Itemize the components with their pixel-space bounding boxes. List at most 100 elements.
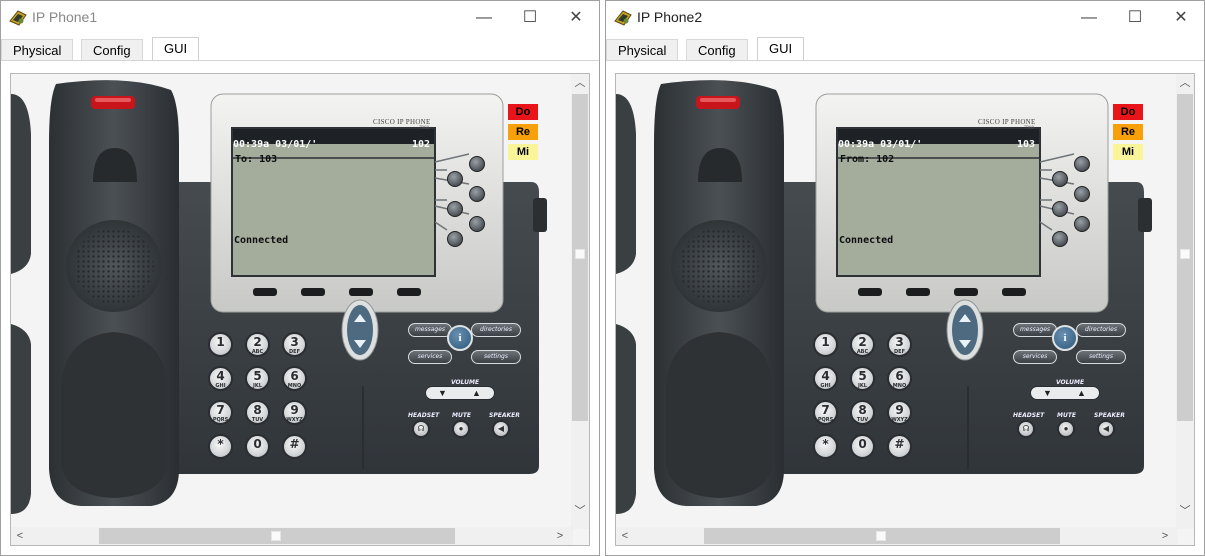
directories-button[interactable]: directories bbox=[1076, 323, 1126, 337]
speed-dial-mi[interactable]: Mi bbox=[1113, 144, 1143, 160]
nav-up-button[interactable] bbox=[348, 304, 372, 328]
speed-dial-do[interactable]: Do bbox=[1113, 104, 1143, 120]
nav-down-button[interactable] bbox=[348, 332, 372, 356]
line-button-1[interactable] bbox=[469, 156, 485, 172]
key-5[interactable]: 5 JKL bbox=[245, 366, 270, 391]
nav-up-button[interactable] bbox=[953, 304, 977, 328]
key-pound[interactable]: # bbox=[887, 434, 912, 459]
key-6[interactable]: 6 MNO bbox=[282, 366, 307, 391]
nav-down-button[interactable] bbox=[953, 332, 977, 356]
softkey-1[interactable] bbox=[253, 288, 277, 296]
softkey-1[interactable] bbox=[858, 288, 882, 296]
line-button-5[interactable] bbox=[469, 216, 485, 232]
volume-label: VOLUME bbox=[1056, 379, 1085, 386]
minimize-button[interactable]: — bbox=[1066, 5, 1112, 31]
tab-config[interactable]: Config bbox=[81, 39, 143, 61]
settings-button[interactable]: settings bbox=[471, 350, 521, 364]
key-2[interactable]: 2 ABC bbox=[850, 332, 875, 357]
key-digit: 5 bbox=[253, 369, 262, 383]
maximize-button[interactable]: ☐ bbox=[1112, 5, 1158, 31]
softkey-2[interactable] bbox=[906, 288, 930, 296]
speed-dial-re[interactable]: Re bbox=[1113, 124, 1143, 140]
softkey-3[interactable] bbox=[349, 288, 373, 296]
line-button-1[interactable] bbox=[1074, 156, 1090, 172]
tab-physical[interactable]: Physical bbox=[606, 39, 679, 61]
maximize-button[interactable]: ☐ bbox=[507, 5, 553, 31]
scroll-up-arrow-icon[interactable]: ︿ bbox=[571, 74, 589, 92]
volume-rocker[interactable]: ▼ ▲ bbox=[1030, 386, 1100, 400]
scroll-down-arrow-icon[interactable]: ﹀ bbox=[571, 502, 589, 520]
line-button-6[interactable] bbox=[447, 231, 463, 247]
key-7[interactable]: 7 PQRS bbox=[813, 400, 838, 425]
close-button[interactable]: ✕ bbox=[553, 5, 599, 31]
key-3[interactable]: 3 DEF bbox=[887, 332, 912, 357]
speaker-button[interactable]: ◀ bbox=[492, 420, 510, 438]
key-3[interactable]: 3 DEF bbox=[282, 332, 307, 357]
volume-rocker[interactable]: ▼ ▲ bbox=[425, 386, 495, 400]
line-button-3[interactable] bbox=[469, 186, 485, 202]
tab-gui[interactable]: GUI bbox=[152, 37, 200, 61]
close-button[interactable]: ✕ bbox=[1158, 5, 1204, 31]
key-9[interactable]: 9 WXYZ bbox=[282, 400, 307, 425]
scroll-down-arrow-icon[interactable]: ﹀ bbox=[1176, 502, 1194, 520]
directories-button[interactable]: directories bbox=[471, 323, 521, 337]
services-button[interactable]: services bbox=[1013, 350, 1057, 364]
line-button-3[interactable] bbox=[1074, 186, 1090, 202]
tab-config[interactable]: Config bbox=[686, 39, 748, 61]
horizontal-scrollbar[interactable]: < > bbox=[11, 527, 573, 545]
line-button-5[interactable] bbox=[1074, 216, 1090, 232]
key-star[interactable]: * bbox=[813, 434, 838, 459]
settings-button[interactable]: settings bbox=[1076, 350, 1126, 364]
key-1[interactable]: 1 bbox=[208, 332, 233, 357]
line-button-6[interactable] bbox=[1052, 231, 1068, 247]
minimize-button[interactable]: — bbox=[461, 5, 507, 31]
key-pound[interactable]: # bbox=[282, 434, 307, 459]
key-6[interactable]: 6 MNO bbox=[887, 366, 912, 391]
speed-dial-mi[interactable]: Mi bbox=[508, 144, 538, 160]
tab-gui[interactable]: GUI bbox=[757, 37, 805, 61]
key-4[interactable]: 4 GHI bbox=[208, 366, 233, 391]
services-button[interactable]: services bbox=[408, 350, 452, 364]
mute-button[interactable]: ● bbox=[1057, 420, 1075, 438]
softkey-4[interactable] bbox=[397, 288, 421, 296]
speed-dial-do[interactable]: Do bbox=[508, 104, 538, 120]
vertical-scrollbar[interactable]: ︿ ﹀ bbox=[571, 74, 589, 529]
key-7[interactable]: 7 PQRS bbox=[208, 400, 233, 425]
softkey-3[interactable] bbox=[954, 288, 978, 296]
softkey-4[interactable] bbox=[1002, 288, 1026, 296]
headset-button[interactable]: ☊ bbox=[412, 420, 430, 438]
line-button-4[interactable] bbox=[447, 201, 463, 217]
key-star[interactable]: * bbox=[208, 434, 233, 459]
key-8[interactable]: 8 TUV bbox=[245, 400, 270, 425]
scroll-left-arrow-icon[interactable]: < bbox=[616, 527, 634, 545]
key-8[interactable]: 8 TUV bbox=[850, 400, 875, 425]
scroll-right-arrow-icon[interactable]: > bbox=[1156, 527, 1174, 545]
key-2[interactable]: 2 ABC bbox=[245, 332, 270, 357]
scroll-up-arrow-icon[interactable]: ︿ bbox=[1176, 74, 1194, 92]
line-button-2[interactable] bbox=[447, 171, 463, 187]
line-button-4[interactable] bbox=[1052, 201, 1068, 217]
key-1[interactable]: 1 bbox=[813, 332, 838, 357]
horizontal-scrollbar[interactable]: < > bbox=[616, 527, 1178, 545]
key-9[interactable]: 9 WXYZ bbox=[887, 400, 912, 425]
key-0[interactable]: 0 bbox=[245, 434, 270, 459]
speaker-button[interactable]: ◀ bbox=[1097, 420, 1115, 438]
messages-button[interactable]: messages bbox=[408, 323, 452, 337]
vertical-scrollbar[interactable]: ︿ ﹀ bbox=[1176, 74, 1194, 529]
key-4[interactable]: 4 GHI bbox=[813, 366, 838, 391]
speed-dial-re[interactable]: Re bbox=[508, 124, 538, 140]
info-button[interactable]: i bbox=[1052, 325, 1078, 351]
softkey-2[interactable] bbox=[301, 288, 325, 296]
key-5[interactable]: 5 JKL bbox=[850, 366, 875, 391]
info-button[interactable]: i bbox=[447, 325, 473, 351]
key-0[interactable]: 0 bbox=[850, 434, 875, 459]
mute-button[interactable]: ● bbox=[452, 420, 470, 438]
scroll-right-arrow-icon[interactable]: > bbox=[551, 527, 569, 545]
scroll-left-arrow-icon[interactable]: < bbox=[11, 527, 29, 545]
line-button-2[interactable] bbox=[1052, 171, 1068, 187]
title-bar[interactable]: IP Phone2 — ☐ ✕ bbox=[606, 1, 1204, 35]
messages-button[interactable]: messages bbox=[1013, 323, 1057, 337]
headset-button[interactable]: ☊ bbox=[1017, 420, 1035, 438]
tab-physical[interactable]: Physical bbox=[1, 39, 74, 61]
title-bar[interactable]: IP Phone1 — ☐ ✕ bbox=[1, 1, 599, 35]
